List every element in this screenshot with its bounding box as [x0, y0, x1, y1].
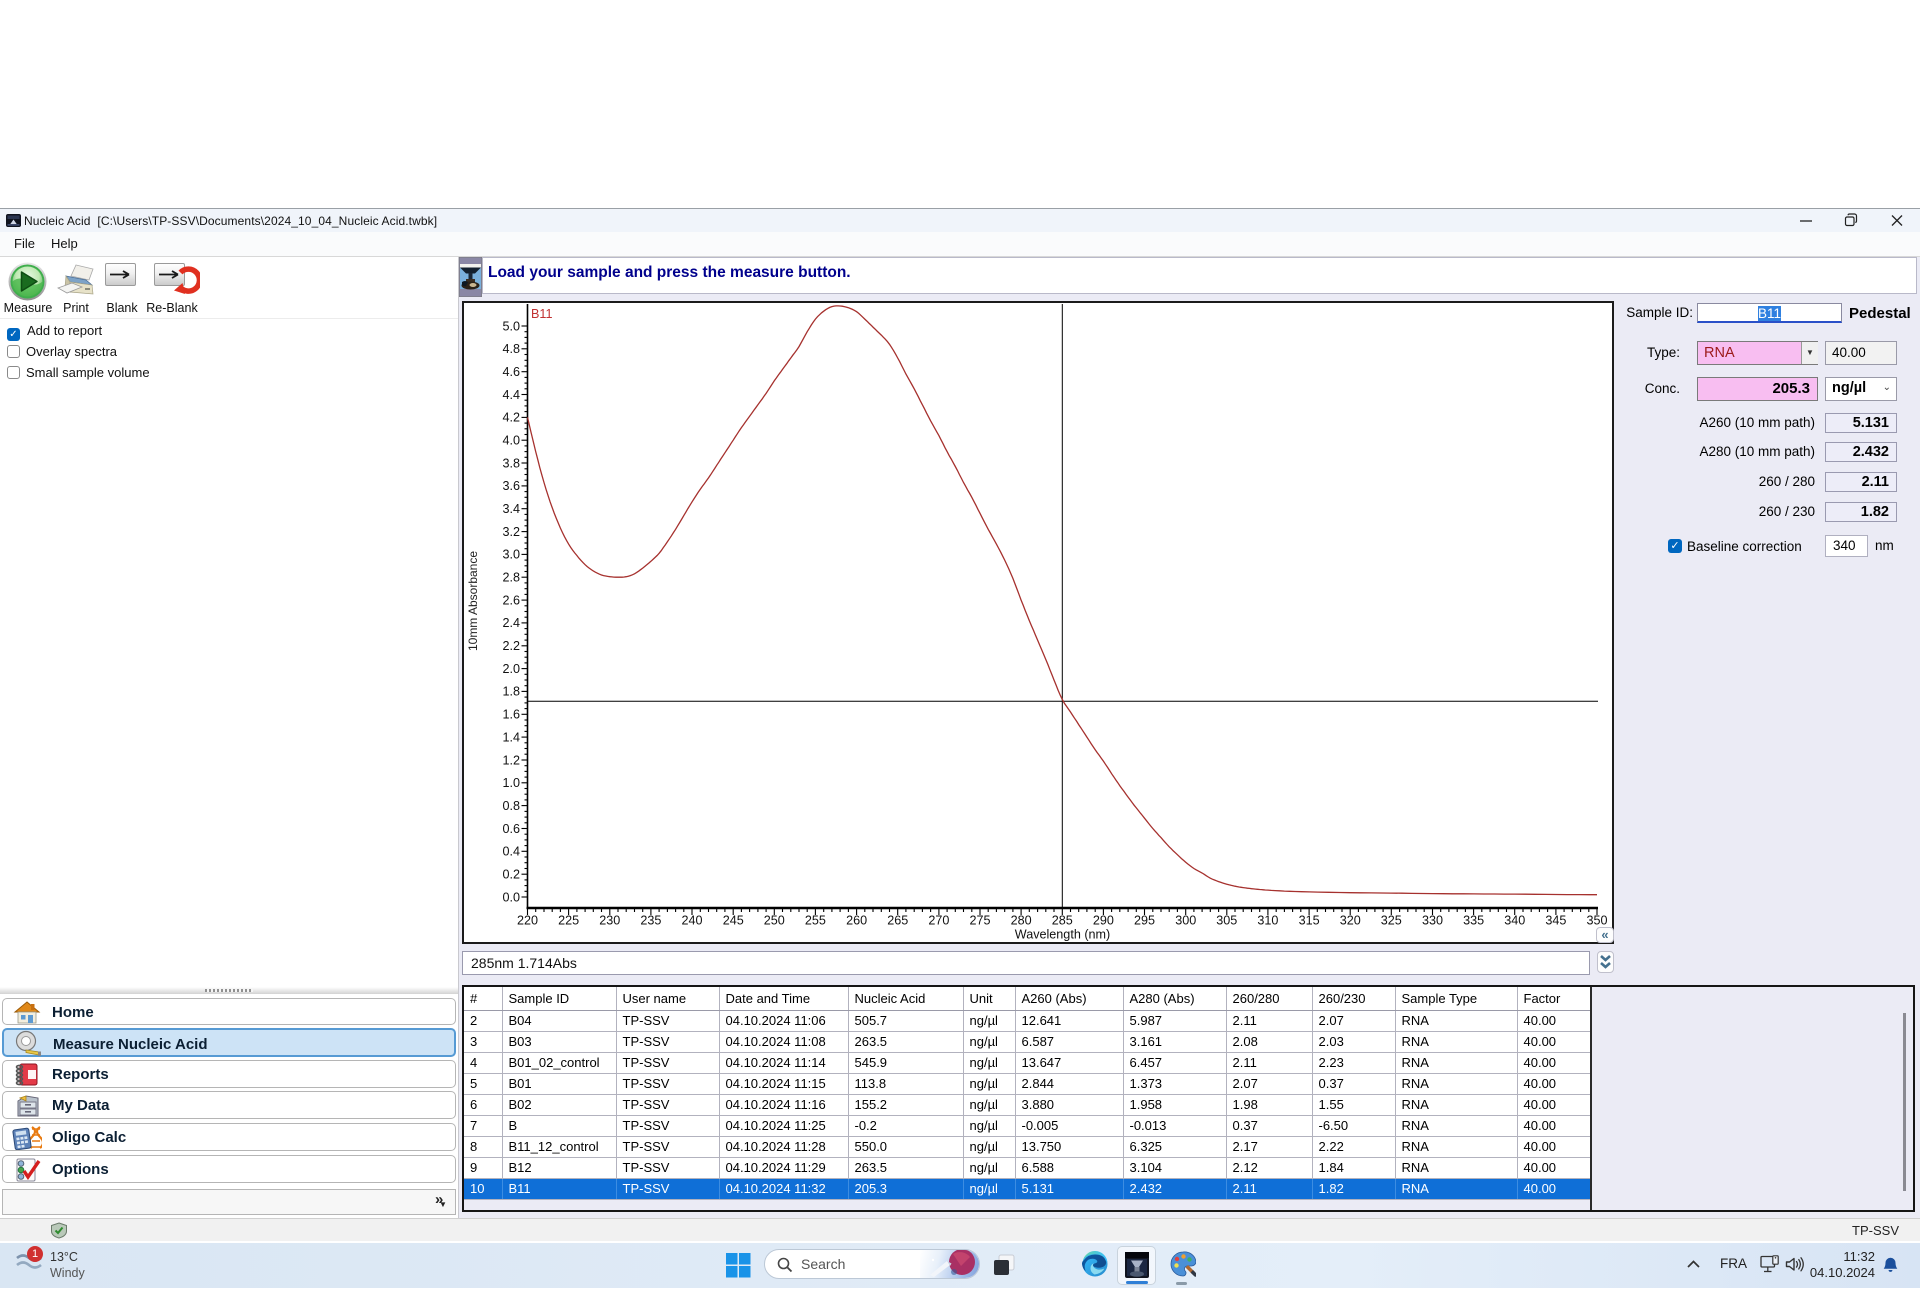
svg-text:1.0: 1.0 — [502, 776, 520, 790]
svg-text:1.6: 1.6 — [502, 708, 520, 722]
svg-text:3.6: 3.6 — [502, 479, 520, 493]
svg-text:220: 220 — [517, 914, 538, 928]
svg-text:2.0: 2.0 — [502, 662, 520, 676]
svg-text:3.4: 3.4 — [502, 502, 520, 516]
svg-text:1.2: 1.2 — [502, 753, 520, 767]
svg-text:0.6: 0.6 — [502, 822, 520, 836]
svg-text:340: 340 — [1504, 914, 1525, 928]
svg-text:310: 310 — [1257, 914, 1278, 928]
svg-text:0.2: 0.2 — [502, 868, 520, 882]
svg-text:240: 240 — [681, 914, 702, 928]
svg-text:3.2: 3.2 — [502, 525, 520, 539]
svg-text:305: 305 — [1216, 914, 1237, 928]
svg-text:295: 295 — [1134, 914, 1155, 928]
svg-text:320: 320 — [1340, 914, 1361, 928]
svg-text:3.0: 3.0 — [502, 548, 520, 562]
svg-text:300: 300 — [1175, 914, 1196, 928]
svg-text:245: 245 — [723, 914, 744, 928]
svg-text:325: 325 — [1381, 914, 1402, 928]
svg-text:335: 335 — [1463, 914, 1484, 928]
svg-text:275: 275 — [969, 914, 990, 928]
svg-text:4.6: 4.6 — [502, 365, 520, 379]
svg-text:1.8: 1.8 — [502, 685, 520, 699]
svg-text:255: 255 — [805, 914, 826, 928]
svg-text:230: 230 — [599, 914, 620, 928]
svg-text:260: 260 — [846, 914, 867, 928]
svg-text:290: 290 — [1093, 914, 1114, 928]
svg-text:2.8: 2.8 — [502, 571, 520, 585]
svg-text:2.6: 2.6 — [502, 593, 520, 607]
svg-text:2.4: 2.4 — [502, 616, 520, 630]
svg-text:B11: B11 — [531, 307, 552, 321]
svg-text:4.0: 4.0 — [502, 434, 520, 448]
svg-text:280: 280 — [1011, 914, 1032, 928]
svg-text:250: 250 — [764, 914, 785, 928]
svg-text:1.4: 1.4 — [502, 730, 520, 744]
svg-text:0.8: 0.8 — [502, 799, 520, 813]
svg-text:4.8: 4.8 — [502, 342, 520, 356]
svg-text:270: 270 — [928, 914, 949, 928]
svg-text:330: 330 — [1422, 914, 1443, 928]
svg-text:Wavelength (nm): Wavelength (nm) — [1015, 928, 1110, 942]
svg-text:345: 345 — [1545, 914, 1566, 928]
svg-text:315: 315 — [1299, 914, 1320, 928]
svg-text:265: 265 — [887, 914, 908, 928]
svg-text:0.0: 0.0 — [502, 890, 520, 904]
svg-text:0.4: 0.4 — [502, 845, 520, 859]
svg-text:4.4: 4.4 — [502, 388, 520, 402]
svg-text:10mm Absorbance: 10mm Absorbance — [466, 551, 480, 651]
svg-text:350: 350 — [1586, 914, 1607, 928]
svg-text:3.8: 3.8 — [502, 456, 520, 470]
svg-text:225: 225 — [558, 914, 579, 928]
svg-text:4.2: 4.2 — [502, 411, 520, 425]
svg-text:2.2: 2.2 — [502, 639, 520, 653]
svg-text:285: 285 — [1052, 914, 1073, 928]
svg-text:5.0: 5.0 — [502, 319, 520, 333]
svg-text:235: 235 — [640, 914, 661, 928]
